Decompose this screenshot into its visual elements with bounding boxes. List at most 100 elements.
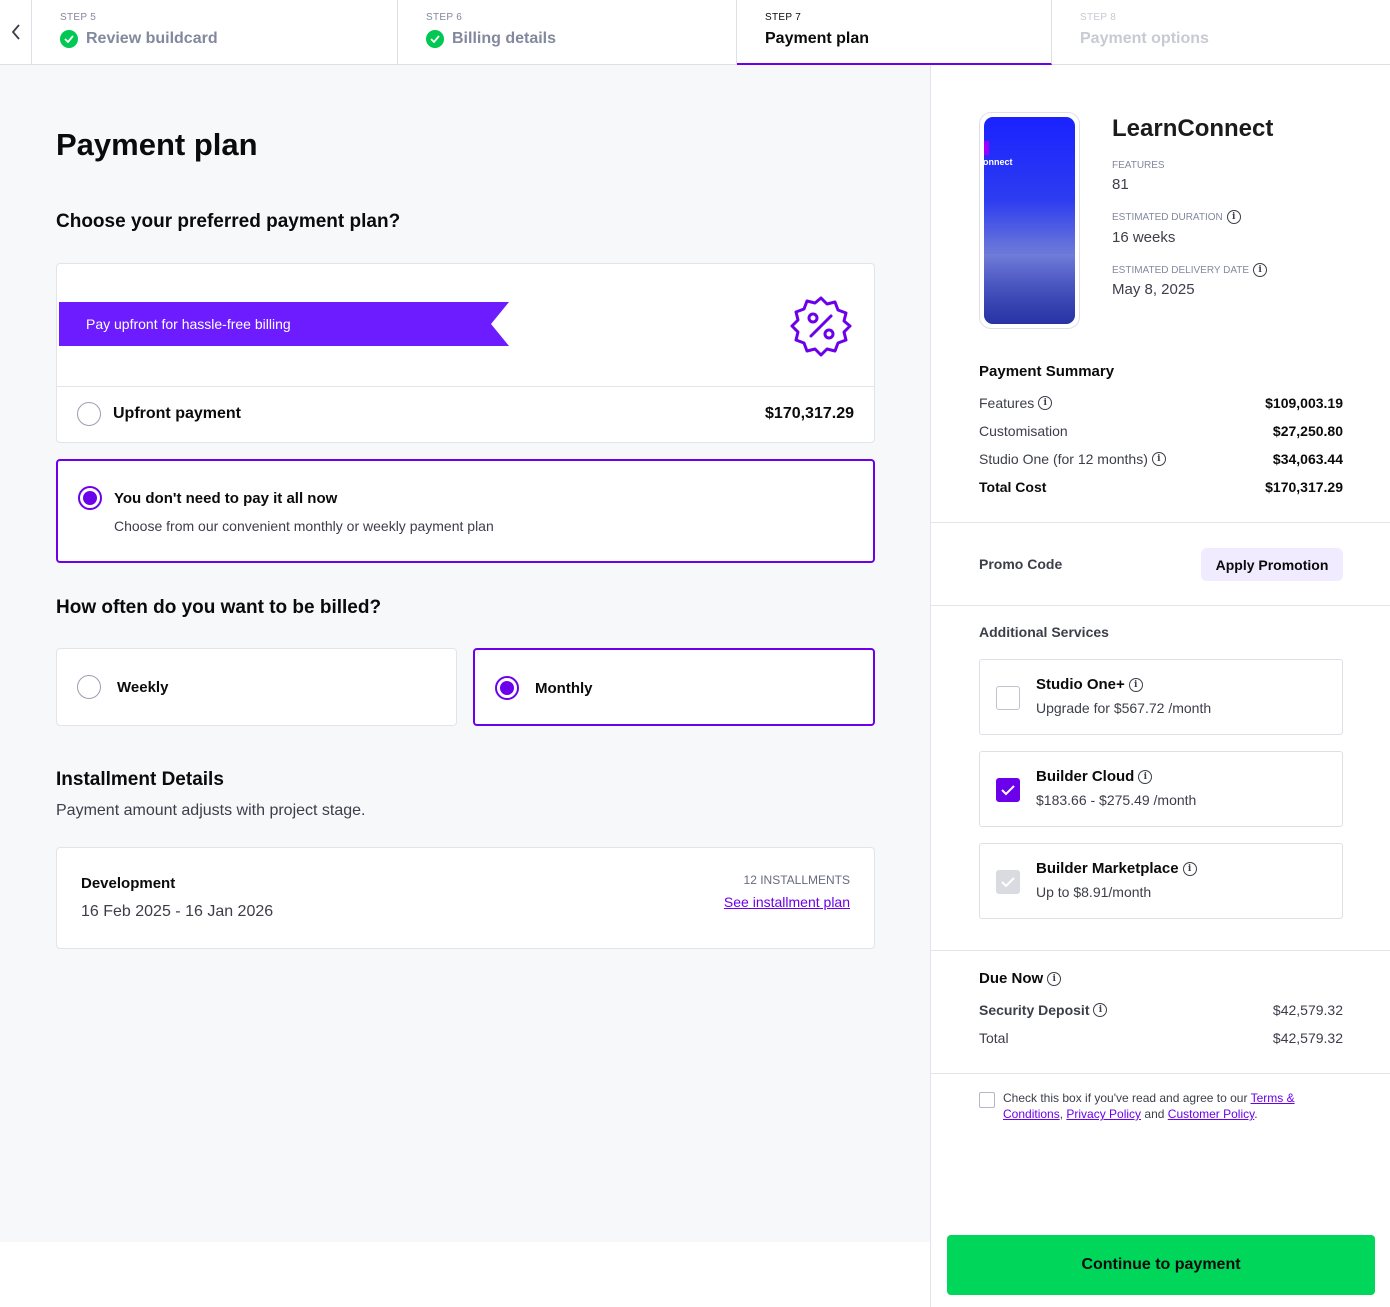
service-checkbox [996, 870, 1020, 894]
info-icon[interactable]: i [1253, 263, 1268, 277]
step-number: STEP 8 [1080, 12, 1117, 23]
summary-value: $34,063.44 [1272, 451, 1343, 467]
service-studio-one-plus[interactable]: Studio One+ i Upgrade for $567.72 /month [979, 659, 1343, 735]
summary-row-total: Total Cost $170,317.29 [979, 479, 1343, 495]
delivery-label-text: ESTIMATED DELIVERY DATE [1112, 264, 1250, 276]
monthly-label: Monthly [535, 679, 593, 697]
installment-option[interactable]: You don't need to pay it all now [78, 486, 337, 510]
continue-to-payment-button[interactable]: Continue to payment [947, 1235, 1375, 1295]
service-checkbox[interactable] [996, 686, 1020, 710]
summary-label: Features [979, 395, 1035, 411]
summary-row-customisation: Customisation $27,250.80 [979, 423, 1343, 439]
service-title-text: Builder Marketplace [1036, 860, 1179, 877]
step-billing-details[interactable]: STEP 6 Billing details [398, 0, 737, 64]
divider [931, 605, 1390, 606]
checkmark-icon [1001, 876, 1015, 887]
info-icon[interactable]: i [1038, 396, 1053, 410]
privacy-policy-link[interactable]: Privacy Policy [1066, 1107, 1141, 1121]
step-name: Payment options [1080, 30, 1209, 47]
bottom-bar [0, 1242, 930, 1307]
terms-text: Check this box if you've read and agree … [1003, 1091, 1295, 1121]
duration-label-text: ESTIMATED DURATION [1112, 211, 1223, 223]
summary-value: $109,003.19 [1265, 395, 1343, 411]
service-price: Upgrade for $567.72 /month [1036, 700, 1212, 716]
weekly-label: Weekly [117, 678, 169, 696]
info-icon[interactable]: i [1151, 452, 1166, 466]
upfront-ribbon: Pay upfront for hassle-free billing [59, 302, 509, 346]
service-checkbox[interactable] [996, 778, 1020, 802]
summary-label: Customisation [979, 423, 1068, 439]
chevron-left-icon [11, 24, 20, 40]
step-payment-options: STEP 8 Payment options [1052, 0, 1390, 64]
customer-policy-link[interactable]: Customer Policy [1168, 1107, 1254, 1121]
see-installment-plan-link[interactable]: See installment plan [724, 894, 850, 910]
duration-label: ESTIMATED DURATION i [1112, 210, 1241, 224]
development-stage-card: Development 16 Feb 2025 - 16 Jan 2026 12… [56, 847, 875, 949]
service-title: Studio One+ i [1036, 676, 1143, 693]
upfront-option[interactable]: Upfront payment $170,317.29 [77, 402, 854, 426]
service-builder-cloud[interactable]: Builder Cloud i $183.66 - $275.49 /month [979, 751, 1343, 827]
app-name: LearnConnect [1112, 115, 1274, 142]
summary-value: $27,250.80 [1272, 423, 1343, 439]
back-button[interactable] [0, 0, 32, 64]
installment-card[interactable]: You don't need to pay it all now Choose … [56, 459, 875, 563]
upfront-amount: $170,317.29 [765, 405, 854, 422]
upfront-radio[interactable] [77, 402, 101, 426]
service-builder-marketplace[interactable]: Builder Marketplace i Up to $8.91/month [979, 843, 1343, 919]
deposit-value: $42,579.32 [1272, 1002, 1343, 1018]
installment-count: 12 INSTALLMENTS [743, 873, 850, 887]
upfront-label: Upfront payment [113, 405, 241, 422]
service-title: Builder Marketplace i [1036, 860, 1197, 877]
monthly-radio[interactable] [495, 676, 519, 700]
check-circle-icon [60, 30, 78, 48]
service-price: $183.66 - $275.49 /month [1036, 792, 1197, 808]
security-deposit-row: Security Deposit i $42,579.32 [979, 1002, 1343, 1018]
card-divider [57, 386, 874, 387]
summary-value: $170,317.29 [1265, 479, 1343, 495]
info-icon[interactable]: i [1182, 861, 1197, 876]
summary-label: Total Cost [979, 479, 1047, 495]
installment-radio[interactable] [78, 486, 102, 510]
divider [931, 1073, 1390, 1074]
step-payment-plan[interactable]: STEP 7 Payment plan [737, 0, 1052, 65]
main-content: Payment plan Choose your preferred payme… [0, 65, 930, 1242]
service-title-text: Builder Cloud [1036, 768, 1135, 785]
monthly-option[interactable]: Monthly [473, 648, 875, 726]
step-label: Review buildcard [86, 30, 218, 47]
delivery-label: ESTIMATED DELIVERY DATE i [1112, 263, 1268, 277]
info-icon[interactable]: i [1138, 769, 1153, 784]
apply-promotion-button[interactable]: Apply Promotion [1201, 548, 1343, 581]
info-icon[interactable]: i [1226, 210, 1241, 224]
app-preview: onnect [979, 112, 1080, 329]
step-number: STEP 7 [765, 12, 802, 23]
features-label: FEATURES [1112, 160, 1165, 171]
deposit-label: Security Deposit [979, 1002, 1090, 1018]
terms-prefix: Check this box if you've read and agree … [1003, 1091, 1248, 1105]
installment-details-subtitle: Payment amount adjusts with project stag… [56, 802, 366, 819]
app-thumbnail: onnect [984, 117, 1075, 324]
due-total-value: $42,579.32 [1272, 1030, 1343, 1046]
discount-badge-icon [790, 296, 852, 357]
stepper: STEP 5 Review buildcard STEP 6 Billing d… [0, 0, 1390, 65]
and-text: and [1144, 1107, 1165, 1121]
upfront-card: Pay upfront for hassle-free billing Upfr… [56, 263, 875, 443]
plan-question: Choose your preferred payment plan? [56, 211, 401, 232]
step-label: Billing details [452, 30, 557, 47]
step-review-buildcard[interactable]: STEP 5 Review buildcard [32, 0, 398, 64]
weekly-radio[interactable] [77, 675, 101, 699]
info-icon[interactable]: i [1047, 971, 1062, 986]
due-total-row: Total $42,579.32 [979, 1030, 1343, 1046]
divider [931, 950, 1390, 951]
step-name: Payment plan [765, 30, 870, 47]
info-icon[interactable]: i [1128, 677, 1143, 692]
due-now-title: Due Now i [979, 970, 1062, 987]
duration-value: 16 weeks [1112, 229, 1176, 246]
order-summary-sidebar: onnect LearnConnect FEATURES 81 ESTIMATE… [930, 65, 1390, 1307]
weekly-option[interactable]: Weekly [56, 648, 457, 726]
additional-services-title: Additional Services [979, 624, 1109, 640]
stage-name: Development [81, 875, 176, 892]
thumbnail-text: onnect [984, 157, 1013, 167]
service-title: Builder Cloud i [1036, 768, 1153, 785]
info-icon[interactable]: i [1093, 1003, 1108, 1017]
terms-checkbox[interactable] [979, 1092, 995, 1108]
